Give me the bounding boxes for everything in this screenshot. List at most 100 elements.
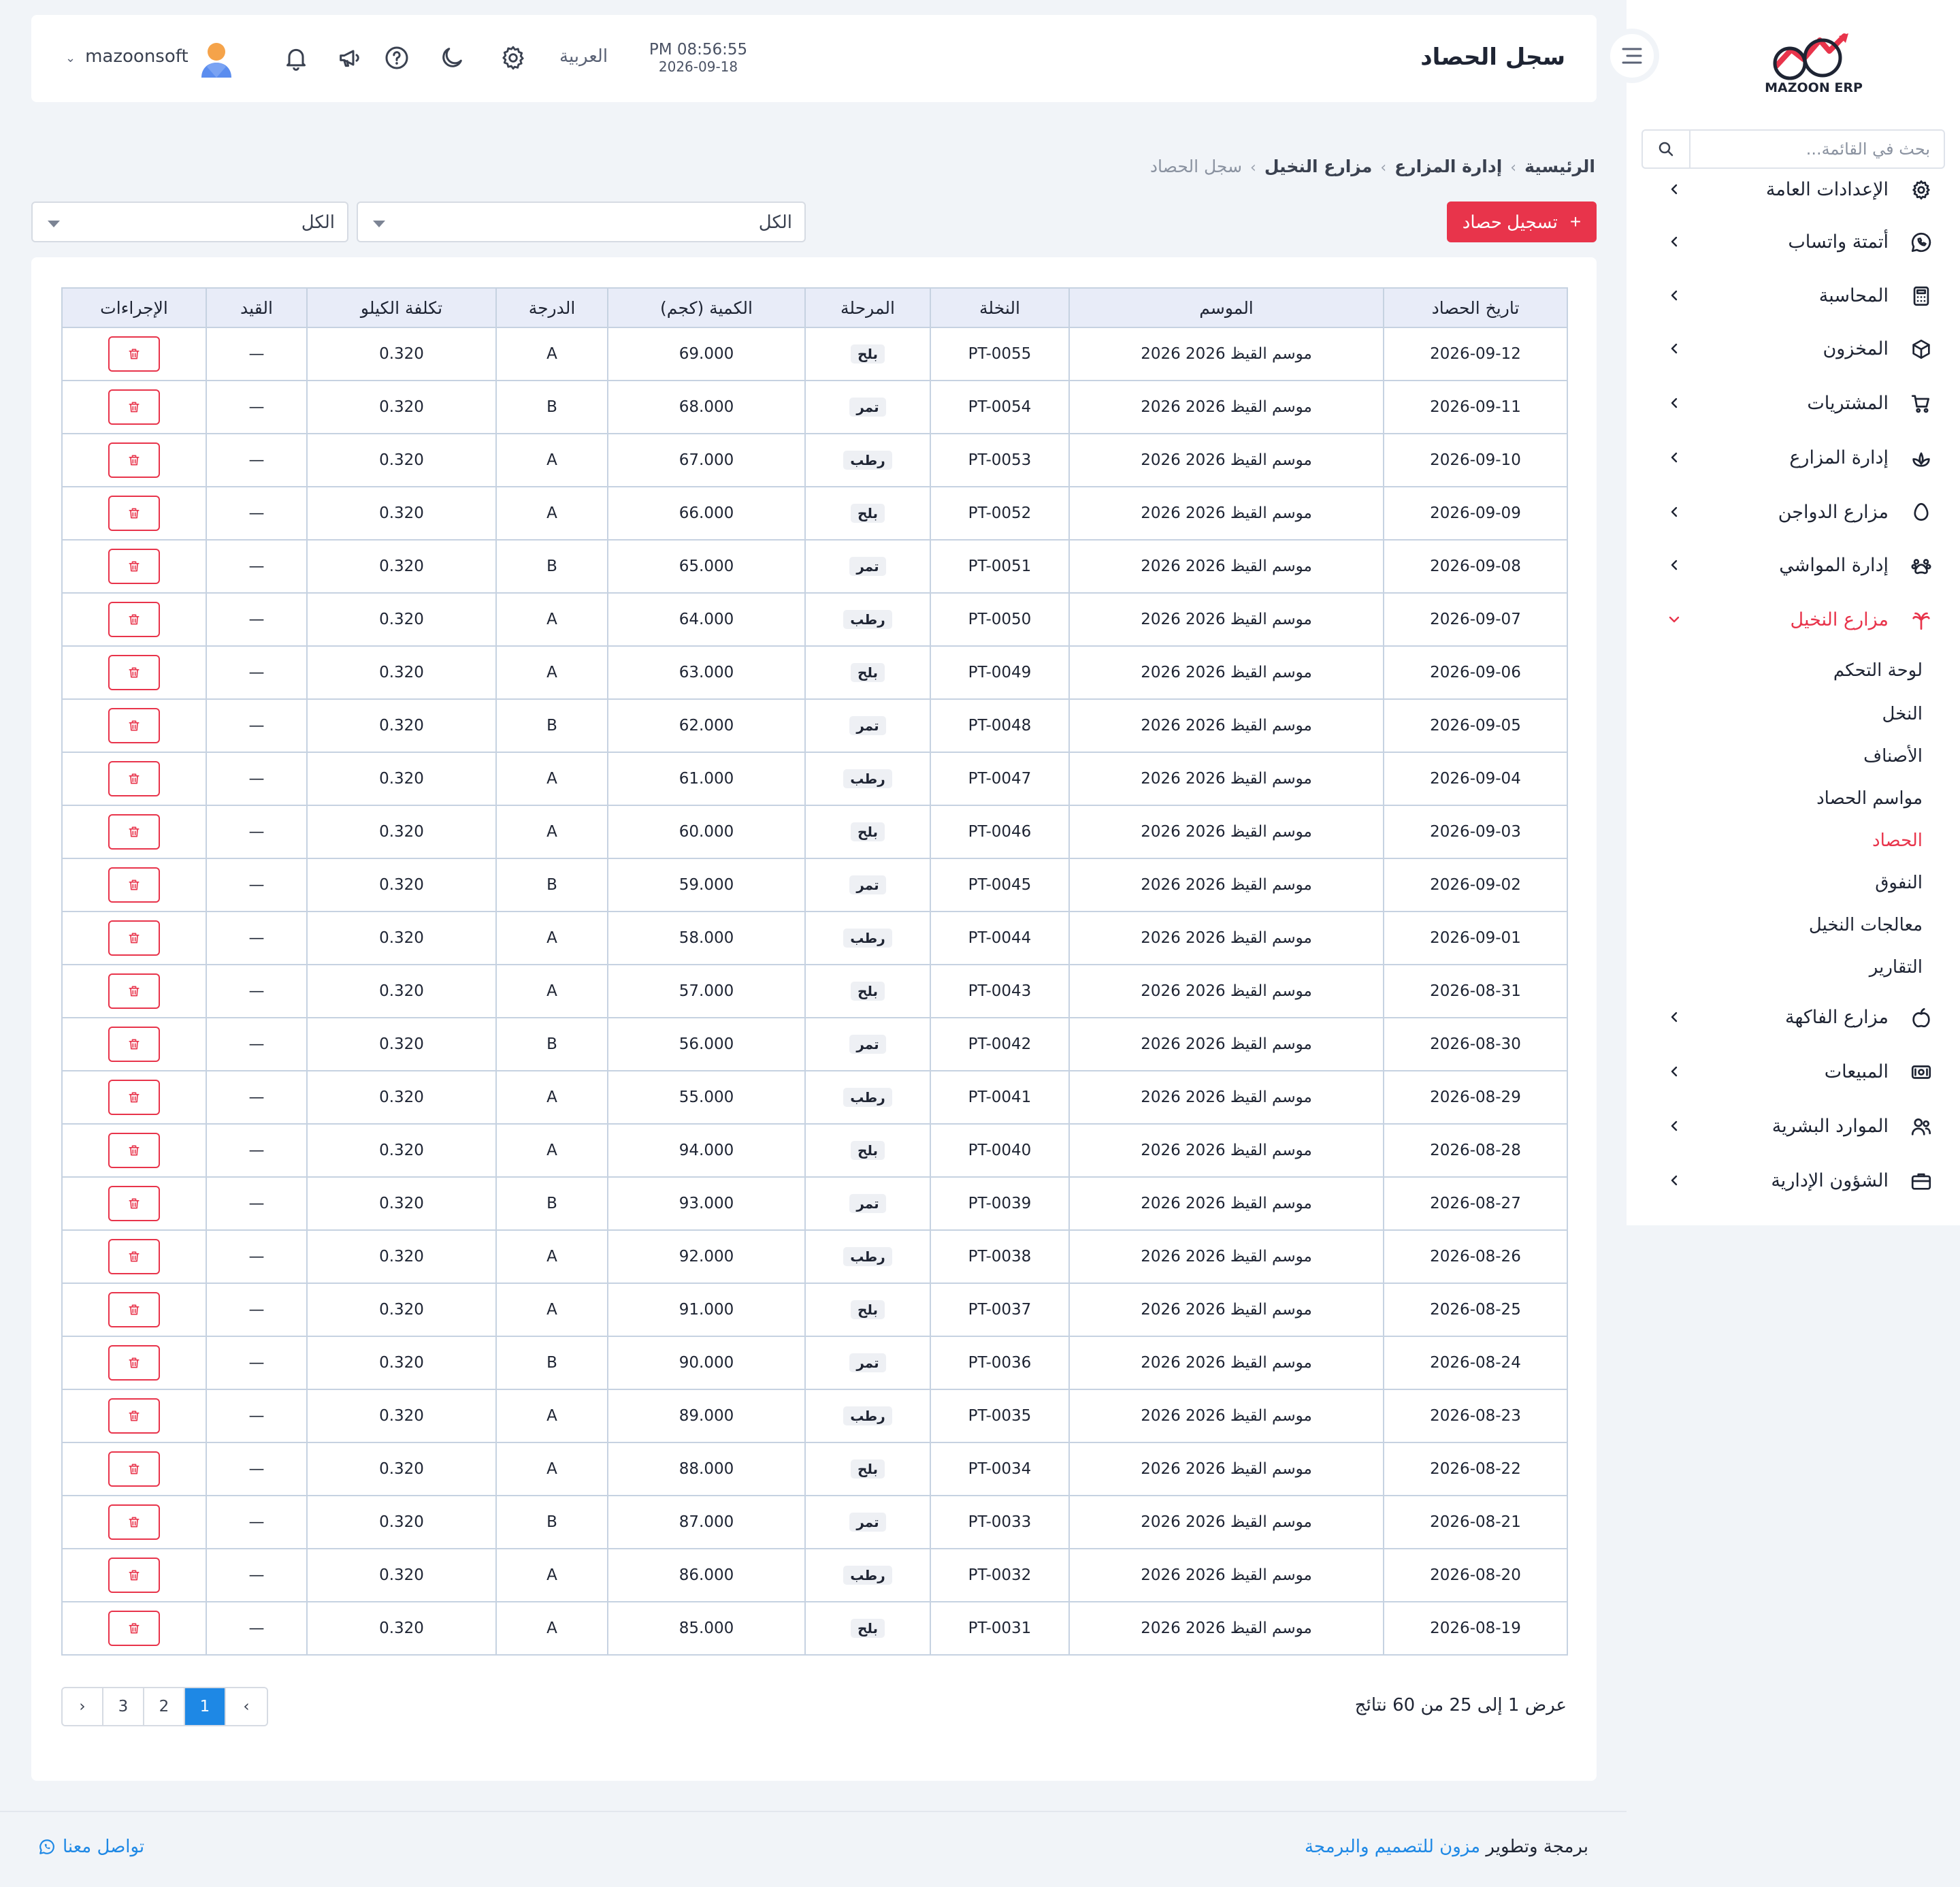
submenu-item[interactable]: الحصاد [1872,830,1923,851]
chevron-left-icon [1671,452,1678,463]
cell-stage: تمر [804,539,931,594]
submenu-item[interactable]: لوحة التحكم [1833,660,1923,681]
trash-icon [129,986,140,997]
season-filter-select[interactable]: الكل [357,201,806,242]
megaphone-icon[interactable] [334,42,365,74]
delete-button[interactable] [108,1186,160,1221]
cell-season: موسم القيظ 2026 2026 [1068,327,1384,381]
delete-button[interactable] [108,496,160,531]
delete-button[interactable] [108,389,160,425]
menu-search-input[interactable] [1690,131,1944,167]
user-menu[interactable]: ⌄ mazoonsoft [65,46,189,67]
delete-button[interactable] [108,973,160,1009]
cell-date: 2026-08-23 [1383,1389,1568,1443]
table-row: 2026-08-20 موسم القيظ 2026 2026 PT-0032 رطب… [61,1548,1568,1602]
cell-date: 2026-09-07 [1383,592,1568,647]
contact-link[interactable]: تواصل معنا [38,1837,144,1857]
sidebar-item-fruit[interactable]: مزارع الفاكهة [1627,997,1960,1037]
cell-palm: PT-0041 [930,1070,1070,1125]
sidebar-item-cash[interactable]: المبيعات [1627,1051,1960,1092]
submenu-item[interactable]: معالجات النخيل [1809,915,1923,935]
settings-icon[interactable] [497,42,529,74]
delete-button[interactable] [108,708,160,743]
breadcrumb-palm-farms[interactable]: مزارع النخيل [1264,157,1372,176]
add-harvest-button[interactable]: + تسجيل حصاد [1447,201,1597,242]
breadcrumb-home[interactable]: الرئيسية [1524,157,1595,176]
palm-icon [1912,612,1930,630]
help-icon[interactable] [381,42,412,74]
users-icon [1911,1118,1931,1135]
language-switch[interactable]: العربية [559,46,608,67]
sidebar-item-users[interactable]: الموارد البشرية [1627,1106,1960,1146]
stage-badge: بلح [850,344,885,364]
delete-button[interactable] [108,442,160,478]
stage-badge: رطب [843,1247,892,1266]
bell-icon[interactable] [280,42,312,74]
sidebar-item-plant[interactable]: إدارة المزارع [1627,437,1960,478]
pagination-page-2[interactable]: 2 [144,1688,185,1725]
delete-button[interactable] [108,1345,160,1381]
sidebar-item-briefcase[interactable]: الشؤون الإدارية [1627,1160,1960,1201]
delete-button[interactable] [108,1398,160,1434]
delete-button[interactable] [108,1504,160,1540]
pagination-page-1[interactable]: 1 [185,1688,226,1725]
cell-cost: 0.320 [306,805,497,859]
chevron-left-icon [1671,398,1678,408]
sidebar-item-cart[interactable]: المشتريات [1627,383,1960,423]
credit-prefix: برمجة وتطوير [1486,1837,1588,1857]
pagination-page-3[interactable]: 3 [103,1688,144,1725]
delete-button[interactable] [108,814,160,850]
credit-link[interactable]: مزون للتصميم والبرمجة [1305,1837,1480,1857]
cell-stage: تمر [804,1017,931,1071]
table-row: 2026-09-04 موسم القيظ 2026 2026 PT-0047 رطب… [61,752,1568,806]
dark-mode-icon[interactable] [436,42,468,74]
table-row: 2026-09-03 موسم القيظ 2026 2026 PT-0046 بلح… [61,805,1568,859]
delete-button[interactable] [108,1080,160,1115]
submenu-item[interactable]: مواسم الحصاد [1816,788,1923,809]
sidebar-item-egg[interactable]: مزارع الدواجن [1627,491,1960,532]
delete-button[interactable] [108,336,160,372]
search-icon[interactable] [1643,131,1690,167]
sidebar-item-gear[interactable]: الإعدادات العامة [1627,169,1960,210]
delete-button[interactable] [108,1027,160,1062]
clock-date: 2026-09-18 [658,59,738,75]
sidebar-item-whatsapp[interactable]: أتمتة واتساب [1627,221,1960,262]
cell-date: 2026-09-11 [1383,380,1568,434]
avatar[interactable] [199,41,234,78]
delete-button[interactable] [108,602,160,637]
sidebar-item-paw[interactable]: إدارة المواشي [1627,545,1960,585]
cell-date: 2026-08-31 [1383,964,1568,1018]
sidebar-item-palm[interactable]: مزارع النخيل [1627,599,1960,640]
trash-icon [129,1039,140,1050]
sidebar-item-calculator[interactable]: المحاسبة [1627,275,1960,316]
submenu-item[interactable]: النفوق [1875,873,1923,893]
delete-button[interactable] [108,867,160,903]
breadcrumb-farms[interactable]: إدارة المزارع [1394,157,1502,176]
submenu-item[interactable]: التقارير [1869,957,1923,978]
delete-button[interactable] [108,549,160,584]
delete-button[interactable] [108,920,160,956]
sidebar-item-box[interactable]: المخزون [1627,328,1960,369]
delete-button[interactable] [108,1239,160,1274]
delete-button[interactable] [108,761,160,796]
cell-cost: 0.320 [306,1495,497,1549]
cell-palm: PT-0045 [930,858,1070,912]
column-header: النخلة [930,287,1070,328]
submenu-item[interactable]: الأصناف [1863,746,1923,767]
delete-button[interactable] [108,1133,160,1168]
cell-season: موسم القيظ 2026 2026 [1068,1389,1384,1443]
delete-button[interactable] [108,1451,160,1487]
submenu-item[interactable]: النخل [1882,704,1923,724]
delete-button[interactable] [108,1292,160,1327]
delete-button[interactable] [108,1611,160,1646]
cell-season: موسم القيظ 2026 2026 [1068,858,1384,912]
cell-date: 2026-08-22 [1383,1442,1568,1496]
pagination-next[interactable]: › [63,1688,103,1725]
delete-button[interactable] [108,1558,160,1593]
delete-button[interactable] [108,655,160,690]
pagination-prev[interactable]: ‹ [226,1688,267,1725]
mazoon-logo[interactable]: MAZOON ERP [1749,24,1878,99]
sidebar-toggle-button[interactable] [1605,29,1659,83]
cell-stage: رطب [804,911,931,965]
stage-filter-select[interactable]: الكل [31,201,348,242]
